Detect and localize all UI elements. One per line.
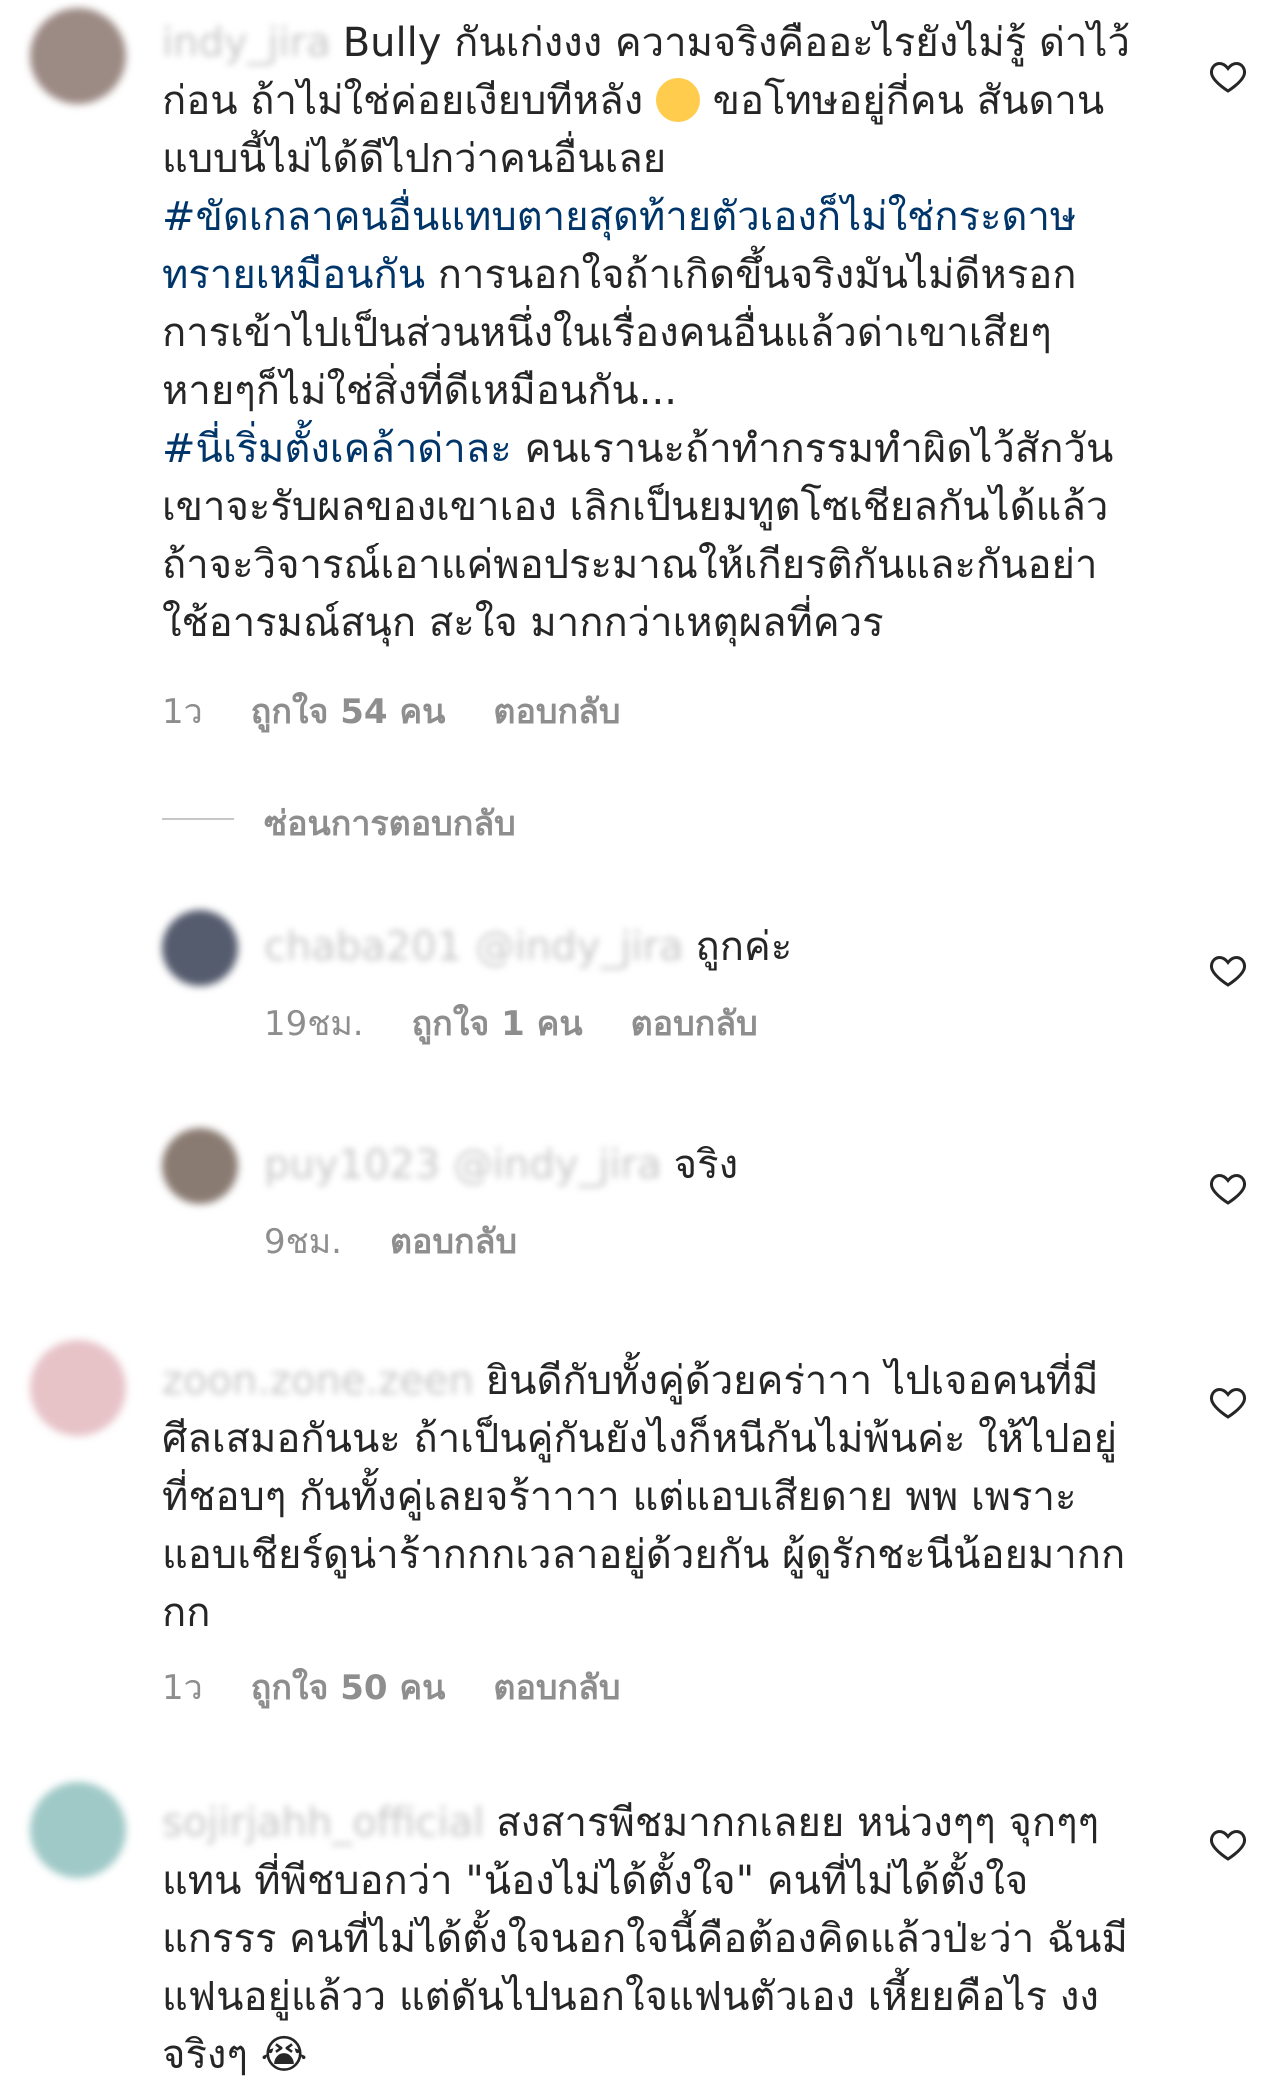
comment-text: Bully กันเก่งงง ความจริงคืออะไรยังไม่รู้ bbox=[342, 20, 1039, 66]
avatar[interactable] bbox=[30, 8, 126, 104]
timestamp: 9ชม. bbox=[264, 1222, 342, 1262]
avatar[interactable] bbox=[30, 1782, 126, 1878]
username[interactable]: sojirjahh_official bbox=[162, 1800, 484, 1846]
heart-icon[interactable] bbox=[1208, 1168, 1248, 1208]
timestamp: 19ชม. bbox=[264, 1004, 364, 1044]
username[interactable]: indy_jira bbox=[162, 20, 331, 66]
reply-button[interactable]: ตอบกลับ bbox=[493, 684, 620, 738]
heart-icon[interactable] bbox=[1208, 56, 1248, 96]
avatar[interactable] bbox=[30, 1340, 126, 1436]
timestamp: 1ว bbox=[162, 1668, 203, 1708]
zipper-mouth-emoji-icon bbox=[655, 78, 700, 122]
heart-icon[interactable] bbox=[1208, 1382, 1248, 1422]
avatar[interactable] bbox=[162, 910, 238, 986]
comment-text: ถูกค่ะ bbox=[695, 924, 793, 970]
reply-button[interactable]: ตอบกลับ bbox=[631, 996, 758, 1050]
comment-text: จริง bbox=[673, 1142, 739, 1188]
crying-face-emoji-icon: 😭 bbox=[260, 2032, 308, 2078]
comment-meta: 19ชม. ถูกใจ 1 คน ตอบกลับ bbox=[264, 996, 806, 1050]
heart-icon[interactable] bbox=[1208, 950, 1248, 990]
comment-meta: 9ชม. ตอบกลับ bbox=[264, 1214, 565, 1268]
reply-button[interactable]: ตอบกลับ bbox=[390, 1214, 517, 1268]
avatar[interactable] bbox=[162, 1128, 238, 1204]
likes-count[interactable]: ถูกใจ 54 คน bbox=[251, 684, 446, 738]
heart-icon[interactable] bbox=[1208, 1824, 1248, 1864]
comment-body: sojirjahh_official สงสารพีชมากกเลยย หน่วง… bbox=[162, 1794, 1132, 2084]
hashtag-link[interactable]: #นี่เริ่มตั้งเคล้าด่าละ bbox=[162, 426, 512, 472]
divider-line bbox=[162, 818, 234, 820]
comment-body: indy_jira Bully กันเก่งงง ความจริงคืออะไร… bbox=[162, 14, 1132, 652]
comment-meta: 1ว ถูกใจ 54 คน ตอบกลับ bbox=[162, 684, 669, 738]
comment-body: chaba201 @indy_jira ถูกค่ะ bbox=[264, 918, 1144, 976]
hide-replies-button[interactable]: ซ่อนการตอบกลับ bbox=[264, 796, 516, 850]
comment-body: puy1023 @indy_jira จริง bbox=[264, 1136, 1144, 1194]
username[interactable]: puy1023 @indy_jira bbox=[264, 1142, 662, 1188]
username[interactable]: zoon.zone.zeen bbox=[162, 1358, 474, 1404]
likes-count[interactable]: ถูกใจ 1 คน bbox=[412, 996, 583, 1050]
username[interactable]: chaba201 @indy_jira bbox=[264, 924, 684, 970]
comment-body: zoon.zone.zeen ยินดีกับทั้งคู่ด้วยคร่าาา … bbox=[162, 1352, 1132, 1642]
likes-count[interactable]: ถูกใจ 50 คน bbox=[251, 1660, 446, 1714]
timestamp: 1ว bbox=[162, 692, 203, 732]
comment-meta: 1ว ถูกใจ 50 คน ตอบกลับ bbox=[162, 1660, 669, 1714]
reply-button[interactable]: ตอบกลับ bbox=[493, 1660, 620, 1714]
